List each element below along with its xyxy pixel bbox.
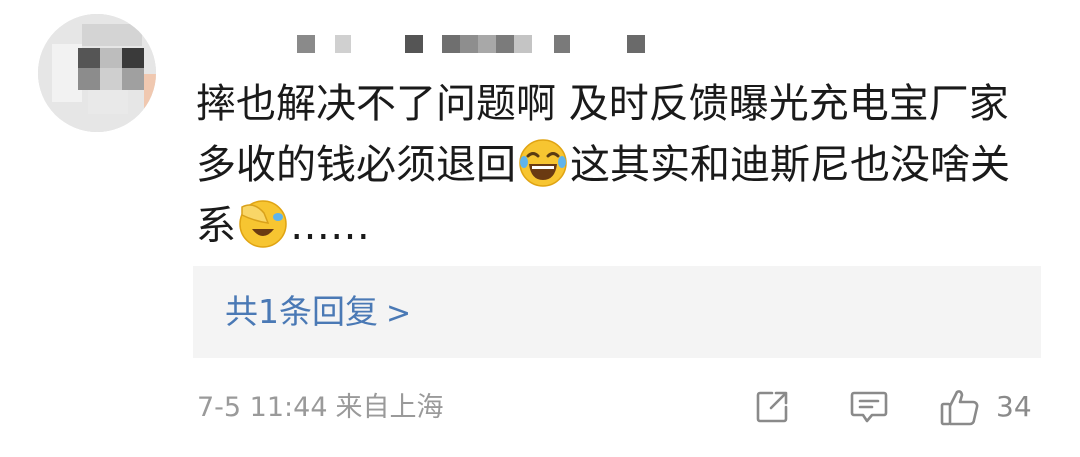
username-pixel — [460, 35, 478, 53]
comment-text-part: …… — [290, 203, 370, 249]
avatar-pixel — [144, 74, 156, 114]
comment-date: 7-5 11:44 — [197, 392, 328, 423]
username-pixel — [554, 35, 570, 53]
avatar-pixel — [78, 48, 100, 68]
share-button[interactable] — [752, 386, 792, 428]
chevron-right-icon: > — [386, 296, 412, 331]
like-count: 34 — [996, 390, 1032, 423]
username-pixel — [514, 35, 532, 53]
laugh-cry-emoji-icon — [519, 139, 567, 187]
avatar-pixel — [100, 68, 122, 90]
avatar-pixel — [88, 90, 128, 114]
comment-button[interactable] — [848, 386, 890, 428]
username-pixel — [478, 35, 496, 53]
username-pixel — [405, 35, 423, 53]
replies-label: 共1条回复 — [225, 292, 378, 331]
comment-icon — [850, 391, 888, 423]
avatar-pixel — [122, 68, 144, 90]
username-pixel — [442, 35, 460, 53]
comment-text: 摔也解决不了问题啊 及时反馈曝光充电宝厂家 多收的钱必须退回 这其实和迪斯尼也没… — [196, 74, 1046, 257]
username-pixel — [335, 35, 351, 53]
view-replies-button[interactable]: 共1条回复 > — [193, 266, 1041, 358]
share-icon — [756, 391, 788, 423]
username-obscured[interactable] — [297, 35, 657, 53]
avatar-pixel — [122, 48, 144, 68]
username-pixel — [496, 35, 514, 53]
avatar[interactable] — [38, 14, 156, 132]
avatar-pixel — [82, 24, 142, 46]
like-button[interactable]: 34 — [938, 386, 1032, 428]
thumbs-up-icon — [940, 390, 979, 426]
replies-link[interactable]: 共1条回复 > — [225, 290, 411, 336]
username-pixel — [297, 35, 315, 53]
comment-location: 来自上海 — [335, 392, 444, 423]
username-pixel — [627, 35, 645, 53]
comment-meta: 7-5 11:44 来自上海 — [197, 390, 444, 426]
facepalm-laugh-emoji-icon — [239, 200, 287, 248]
avatar-pixel — [78, 68, 100, 90]
avatar-pixel — [100, 48, 122, 68]
